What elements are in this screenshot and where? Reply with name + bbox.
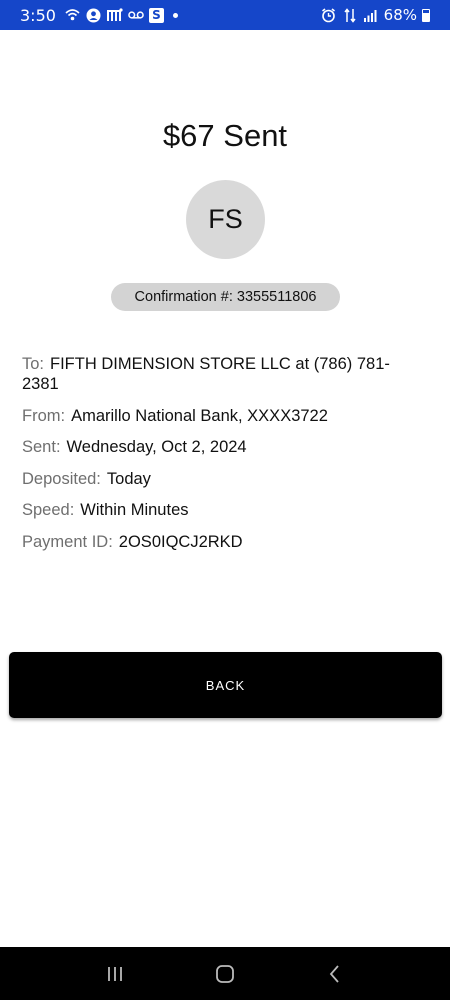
detail-value: FIFTH DIMENSION STORE LLC at (786) 781-2… [22, 355, 390, 393]
recent-apps-icon[interactable] [95, 954, 135, 994]
avatar-initials: FS [208, 204, 243, 234]
detail-label: Speed: [22, 501, 75, 519]
battery-percent: 68% [383, 6, 417, 24]
status-right: 68% [321, 6, 430, 24]
payment-details: To: FIFTH DIMENSION STORE LLC at (786) 78… [22, 354, 412, 563]
home-icon[interactable] [205, 954, 245, 994]
status-time: 3:50 [20, 5, 56, 25]
alarm-icon [321, 7, 337, 23]
detail-label: Payment ID: [22, 532, 113, 551]
detail-value: Today [106, 469, 151, 488]
navigation-bar [0, 947, 450, 1000]
page-title: $67 Sent [162, 118, 288, 153]
avatar: FS [186, 180, 265, 259]
detail-row-from: From: Amarillo National Bank, XXXX3722 [22, 406, 412, 426]
voicemail-icon [128, 7, 144, 23]
back-button[interactable]: BACK [9, 652, 442, 718]
back-icon[interactable] [315, 954, 355, 994]
detail-row-to: To: FIFTH DIMENSION STORE LLC at (786) 78… [22, 354, 412, 394]
detail-label: To: [22, 355, 45, 373]
status-left: 3:50 S [20, 6, 178, 25]
detail-value: Wednesday, Oct 2, 2024 [66, 438, 247, 456]
account-icon [86, 7, 102, 23]
battery-icon [422, 8, 430, 22]
detail-value: Within Minutes [80, 501, 189, 519]
detail-row-payment-id: Payment ID: 2OS0IQCJ2RKD [22, 532, 412, 552]
s-app-icon: S [148, 7, 164, 23]
detail-label: Sent: [22, 438, 61, 456]
back-button-label: BACK [205, 677, 246, 693]
data-transfer-icon [342, 7, 358, 23]
detail-row-speed: Speed: Within Minutes [22, 500, 412, 520]
wifi-calling-icon [65, 7, 81, 23]
detail-row-sent: Sent: Wednesday, Oct 2, 2024 [22, 437, 412, 457]
signal-icon [363, 7, 379, 23]
detail-value: 2OS0IQCJ2RKD [118, 532, 243, 551]
confirmation-text: Confirmation #: 3355511806 [134, 289, 317, 305]
notification-dot-icon [172, 12, 178, 18]
m-app-icon [106, 7, 123, 23]
status-bar: 3:50 S 68% [0, 0, 450, 30]
detail-row-deposited: Deposited: Today [22, 469, 412, 489]
confirmation-badge: Confirmation #: 3355511806 [111, 283, 340, 311]
detail-label: From: [22, 406, 66, 425]
detail-label: Deposited: [22, 469, 101, 488]
detail-value: Amarillo National Bank, XXXX3722 [71, 406, 328, 425]
